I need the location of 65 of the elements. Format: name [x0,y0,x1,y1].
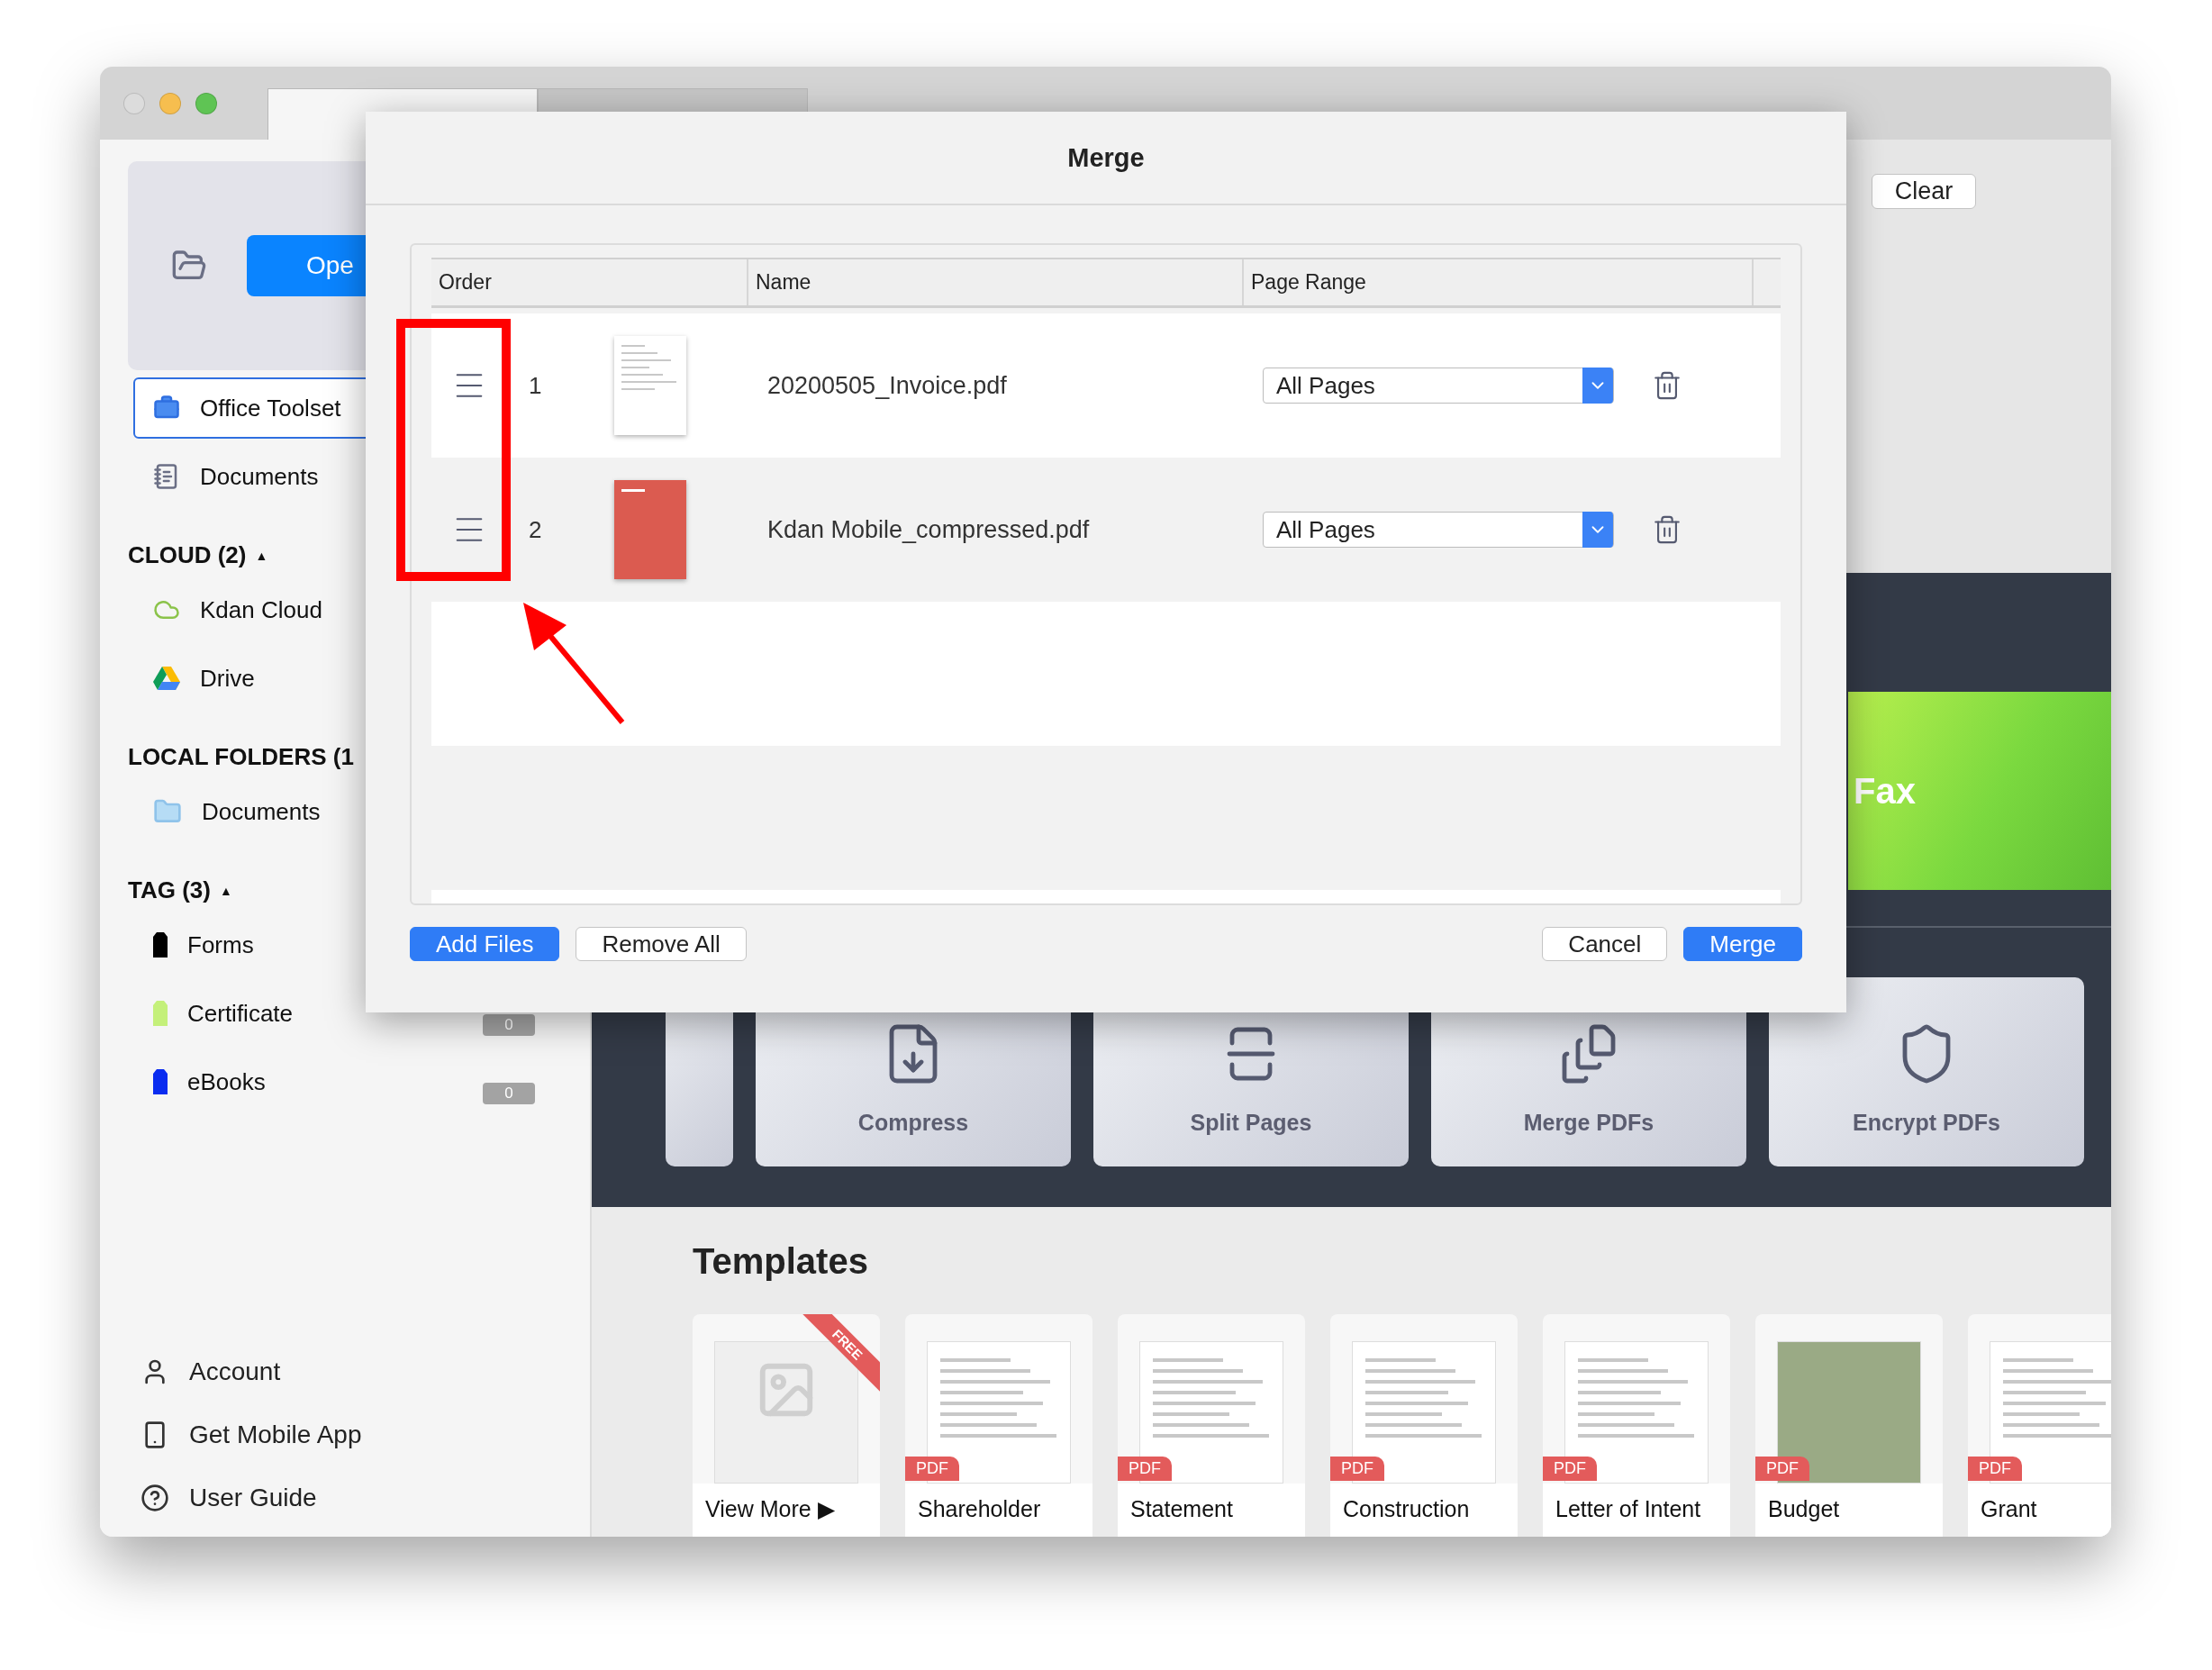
item-label: Office Toolset [200,394,341,422]
template-caption: Statement [1118,1484,1305,1537]
count-badge: 0 [483,1014,535,1036]
template-card[interactable]: PDF Statement [1118,1314,1305,1537]
item-label: Certificate [187,999,294,1028]
template-caption: Letter of Intent [1543,1484,1730,1537]
template-caption: View More ▶ [693,1484,880,1537]
template-card[interactable]: PDF Budget [1755,1314,1943,1537]
item-label: Forms [187,930,254,959]
item-label: eBooks [187,1067,266,1096]
trash-icon[interactable] [1652,514,1682,545]
sidebar-link[interactable]: User Guide [128,1466,590,1529]
sidebar-link[interactable]: Get Mobile App [128,1403,590,1466]
caret-icon[interactable]: ▲ [255,548,268,563]
template-card[interactable]: PDF Shareholder [905,1314,1092,1537]
dialog-button[interactable]: Cancel [1542,927,1668,961]
banner-title: Fax [1854,770,1916,812]
count-badge: 0 [483,1083,535,1104]
section-title: Templates [693,1241,869,1282]
clear-button[interactable]: Clear [1872,174,1976,209]
template-card[interactable]: PDF Grant [1968,1314,2111,1537]
file-name: Kdan Mobile_compressed.pdf [767,515,1091,544]
tool-card[interactable]: Encrypt PDFs [1769,977,2084,1166]
column-header[interactable]: Order [431,259,748,305]
column-header[interactable]: Page Range [1244,259,1754,305]
dialog-title: Merge [1067,142,1145,173]
page-range-select[interactable]: All Pages [1263,512,1614,548]
pdf-badge: PDF [1330,1457,1384,1481]
section-title: CLOUD (2) [128,541,247,569]
order-number: 2 [529,515,543,544]
section-title: TAG (3) [128,876,211,904]
sidebar-link[interactable]: Account [128,1340,590,1403]
item-label: Documents [200,462,319,491]
template-caption: Budget [1755,1484,1943,1537]
item-label: Kdan Cloud [200,595,322,624]
page-range-select[interactable]: All Pages [1263,368,1614,404]
dialog-button[interactable]: Add Files [410,927,560,961]
help-icon [141,1484,169,1512]
sidebar-item[interactable]: Kdan Cloud [133,579,548,640]
sidebar-item[interactable]: Drive [133,648,548,709]
template-caption: Shareholder [905,1484,1092,1537]
section-title: LOCAL FOLDERS (1 [128,743,354,771]
sidebar-item[interactable]: eBooks 0 [133,1051,548,1112]
dialog-button[interactable]: Merge [1683,927,1802,961]
sidebar-item[interactable]: Certificate 0 [133,983,548,1044]
template-caption: Grant [1968,1484,2111,1537]
template-card[interactable]: PDF Letter of Intent [1543,1314,1730,1537]
pdf-badge: PDF [1968,1457,2022,1481]
template-caption: Construction [1330,1484,1518,1537]
item-label: Drive [200,664,255,693]
sidebar-item[interactable]: Documents [133,781,548,842]
template-card[interactable]: PDF Construction [1330,1314,1518,1537]
item-label: Documents [202,797,321,826]
pdf-badge: PDF [1118,1457,1172,1481]
trash-icon[interactable] [1652,370,1682,401]
sidebar-item[interactable]: Documents [133,446,548,507]
column-header[interactable]: Name [748,259,1244,305]
caret-icon[interactable]: ▲ [219,883,232,898]
pdf-badge: PDF [1755,1457,1809,1481]
drive-icon [153,667,180,690]
file-name: 20200505_Invoice.pdf [767,371,1008,400]
pdf-badge: PDF [1543,1457,1597,1481]
dialog-button[interactable]: Remove All [576,927,747,961]
pdf-badge: PDF [905,1457,959,1481]
zoom-window-button[interactable] [195,92,217,114]
